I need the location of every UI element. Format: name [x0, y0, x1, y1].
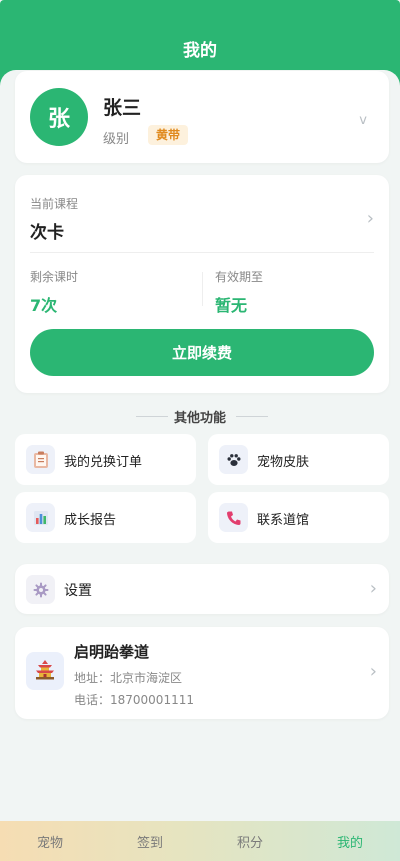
other-features-title: 其他功能 [173, 411, 226, 426]
chevron-right-icon[interactable]: › [367, 208, 374, 229]
avatar[interactable]: 张 [30, 88, 88, 146]
clipboard-icon [26, 445, 55, 474]
current-course-label: 当前课程 [30, 197, 79, 211]
level-badge: 黄带 [148, 125, 189, 145]
gym-name: 启明跆拳道 [74, 643, 150, 661]
tab-mine[interactable]: 我的 [300, 821, 400, 861]
feature-label: 宠物皮肤 [257, 455, 310, 470]
bottom-tab-bar: 宠物 签到 积分 我的 [0, 821, 400, 861]
remaining-label: 剩余课时 [30, 270, 79, 284]
gym-phone[interactable]: 电话：18700001111 [74, 691, 194, 708]
feature-growth-report[interactable]: 成长报告 [15, 492, 196, 543]
feature-exchange-orders[interactable]: 我的兑换订单 [15, 434, 196, 485]
remaining-value: 7次 [30, 296, 58, 315]
feature-contact-gym[interactable]: 联系道馆 [208, 492, 389, 543]
gym-address: 地址：北京市海淀区 [74, 671, 183, 685]
gear-icon [26, 575, 55, 604]
page-title: 我的 [183, 41, 217, 61]
profile-name: 张三 [103, 97, 142, 119]
settings-label: 设置 [64, 583, 92, 599]
level-label: 级别 [103, 132, 130, 147]
current-course-name[interactable]: 次卡 [30, 218, 64, 243]
chevron-right-icon[interactable]: › [370, 578, 377, 599]
bar-chart-icon [26, 503, 55, 532]
feature-label: 联系道馆 [257, 513, 310, 528]
course-card: 当前课程 次卡 › 剩余课时 7次 有效期至 暂无 立即续费 [15, 175, 389, 393]
tab-points[interactable]: 积分 [200, 821, 300, 861]
gym-card[interactable]: 启明跆拳道 地址：北京市海淀区 电话：18700001111 › [15, 627, 389, 719]
feature-pet-skins[interactable]: 宠物皮肤 [208, 434, 389, 485]
expiry-label: 有效期至 [215, 270, 264, 284]
profile-card[interactable]: 张 张三 级别 黄带 v [15, 71, 389, 163]
expiry-value: 暂无 [215, 296, 248, 315]
divider [30, 252, 374, 253]
chevron-down-icon[interactable]: v [359, 113, 367, 128]
section-line-right [236, 416, 268, 417]
feature-label: 成长报告 [64, 513, 117, 528]
divider-vertical [202, 272, 203, 306]
chevron-right-icon[interactable]: › [370, 661, 377, 682]
pagoda-icon [26, 652, 64, 690]
renew-button[interactable]: 立即续费 [30, 329, 374, 376]
phone-icon [219, 503, 248, 532]
feature-label: 我的兑换订单 [64, 455, 143, 470]
tab-pet[interactable]: 宠物 [0, 821, 100, 861]
settings-row[interactable]: 设置 › [15, 564, 389, 614]
tab-checkin[interactable]: 签到 [100, 821, 200, 861]
paw-icon [219, 445, 248, 474]
